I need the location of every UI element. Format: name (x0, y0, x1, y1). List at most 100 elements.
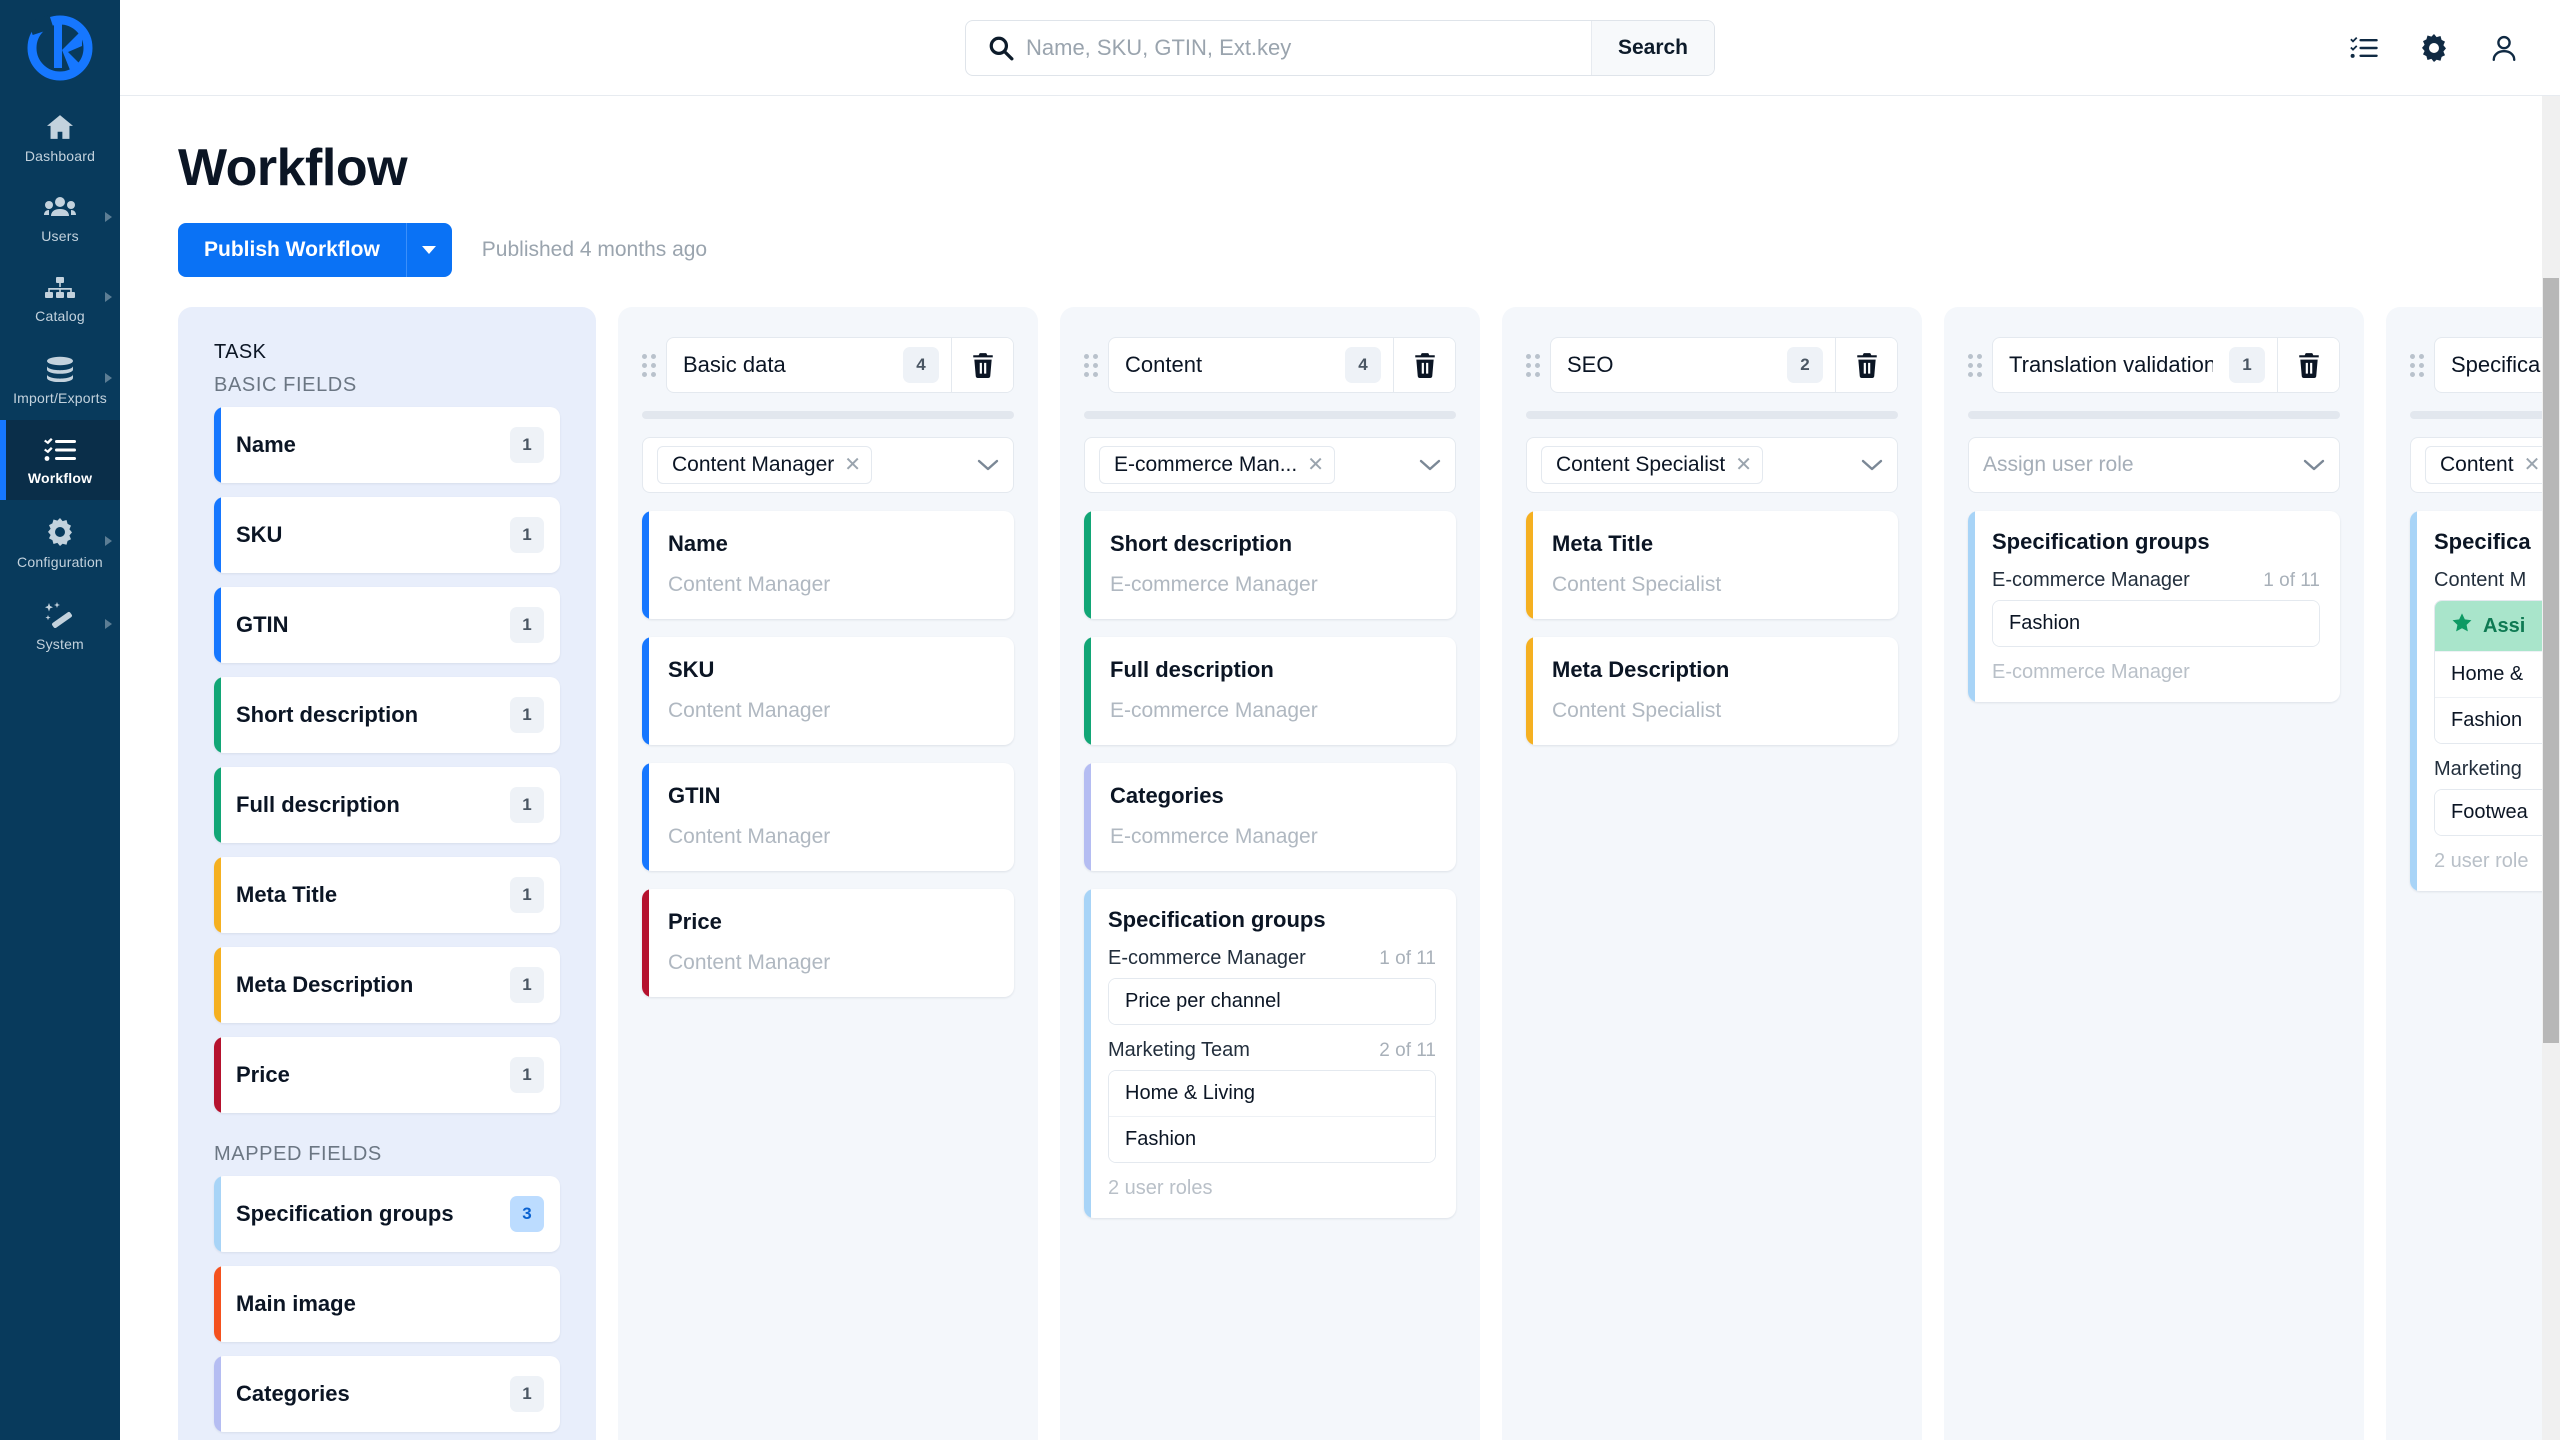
chevron-down-icon[interactable] (1861, 458, 1883, 472)
task-field-card[interactable]: Meta Description 1 (214, 947, 560, 1024)
user-role-chip-label: Content (2440, 453, 2514, 477)
task-field-card[interactable]: Main image (214, 1266, 560, 1343)
publish-workflow-button[interactable]: Publish Workflow (178, 223, 406, 278)
chevron-right-icon (105, 619, 112, 629)
spec-card-title: Specification groups (1992, 529, 2210, 555)
task-field-card[interactable]: Price 1 (214, 1037, 560, 1114)
drag-handle-icon[interactable] (1526, 353, 1540, 377)
gear-icon (45, 518, 75, 546)
task-field-card[interactable]: Full description 1 (214, 767, 560, 844)
task-card-role: Content Specialist (1552, 699, 1722, 723)
specification-groups-card[interactable]: Specification groups E-commerce Manager 1 … (1084, 889, 1456, 1219)
workflow-task-card[interactable]: Name Content Manager (642, 511, 1014, 620)
column-title-input[interactable] (1109, 338, 1345, 393)
sidebar-item-workflow[interactable]: Workflow (0, 420, 120, 500)
spec-role-count: 1 of 11 (1379, 948, 1436, 970)
publish-row: Publish Workflow Published 4 months ago (178, 223, 2560, 278)
spec-item[interactable]: Fashion (1993, 601, 2319, 647)
workflow-task-card[interactable]: Meta Description Content Specialist (1526, 637, 1898, 746)
remove-role-icon[interactable]: ✕ (1307, 455, 1324, 475)
user-role-chip[interactable]: Content ✕ (2425, 446, 2552, 485)
columns-container: 4 Content Manager ✕ Name Content Manager SKU C… (618, 307, 2560, 1440)
remove-role-icon[interactable]: ✕ (1735, 455, 1752, 475)
delete-column-button[interactable] (1393, 338, 1455, 393)
user-icon[interactable] (2490, 34, 2518, 62)
search-input[interactable] (1026, 20, 1591, 75)
publish-dropdown-button[interactable] (405, 223, 452, 278)
search-button[interactable]: Search (1590, 20, 1714, 75)
published-status: Published 4 months ago (481, 238, 708, 262)
task-field-label: Main image (236, 1291, 356, 1317)
task-field-label: Full description (236, 792, 400, 818)
assign-user-role-select[interactable]: Content Specialist ✕ (1526, 437, 1898, 494)
sidebar-item-configuration[interactable]: Configuration (0, 500, 120, 584)
spec-item[interactable]: Fashion (1109, 1117, 1435, 1163)
assign-user-role-select[interactable]: Assign user role (1968, 437, 2340, 494)
delete-column-button[interactable] (951, 338, 1013, 393)
user-role-chip[interactable]: E-commerce Man... ✕ (1099, 446, 1335, 485)
delete-column-button[interactable] (1835, 338, 1897, 393)
spec-role-row: Marketing Team 2 of 11 (1108, 1039, 1436, 1062)
user-role-chip-label: Content Specialist (1556, 453, 1726, 477)
workflow-task-card[interactable]: Full description E-commerce Manager (1084, 637, 1456, 746)
page-scrollbar[interactable] (2542, 96, 2560, 1440)
task-field-count: 1 (510, 787, 544, 824)
spec-item-label: Footwea (2451, 801, 2528, 824)
page-scrollbar-thumb[interactable] (2543, 278, 2559, 1043)
workflow-task-card[interactable]: GTIN Content Manager (642, 763, 1014, 872)
chevron-right-icon (105, 212, 112, 222)
task-field-card[interactable]: Specification groups 3 (214, 1176, 560, 1253)
spec-item[interactable]: Price per channel (1109, 979, 1435, 1025)
spec-item-label: Assi (2483, 614, 2526, 637)
spec-role-name: E-commerce Manager (1108, 947, 1306, 970)
assign-user-role-select[interactable]: Content ✕ (2410, 437, 2560, 494)
drag-handle-icon[interactable] (2410, 353, 2424, 377)
spec-role-name: Content M (2434, 569, 2527, 592)
column-title-input[interactable] (1993, 338, 2229, 393)
remove-role-icon[interactable]: ✕ (844, 455, 861, 475)
sidebar-item-system[interactable]: System (0, 584, 120, 666)
specification-groups-card[interactable]: Specifica Content M Assi Home & Fashion Marke… (2410, 511, 2560, 892)
spec-item[interactable]: Home & Living (1109, 1071, 1435, 1118)
task-field-card[interactable]: Categories 1 (214, 1356, 560, 1433)
drag-handle-icon[interactable] (1084, 353, 1098, 377)
specification-groups-card[interactable]: Specification groups E-commerce Manager 1 … (1968, 511, 2340, 703)
task-field-label: Name (236, 432, 296, 458)
task-field-card[interactable]: Meta Title 1 (214, 857, 560, 934)
remove-role-icon[interactable]: ✕ (2524, 455, 2541, 475)
column-title-input[interactable] (1551, 338, 1787, 393)
sidebar-item-catalog[interactable]: Catalog (0, 258, 120, 338)
task-field-card[interactable]: Short description 1 (214, 677, 560, 754)
task-field-card[interactable]: GTIN 1 (214, 587, 560, 664)
column-divider (1084, 411, 1456, 420)
chevron-down-icon[interactable] (2303, 458, 2325, 472)
workflow-task-card[interactable]: Categories E-commerce Manager (1084, 763, 1456, 872)
column-title-box: 4 (1108, 337, 1456, 394)
delete-column-button[interactable] (2277, 338, 2339, 393)
sidebar-item-import-exports[interactable]: Import/Exports (0, 338, 120, 420)
task-field-card[interactable]: Name 1 (214, 407, 560, 484)
global-search[interactable]: Search (965, 19, 1715, 76)
chevron-down-icon[interactable] (977, 458, 999, 472)
user-role-chip[interactable]: Content Specialist ✕ (1541, 446, 1764, 485)
workflow-task-card[interactable]: Short description E-commerce Manager (1084, 511, 1456, 620)
assign-user-role-select[interactable]: E-commerce Man... ✕ (1084, 437, 1456, 494)
user-role-chip[interactable]: Content Manager ✕ (657, 446, 873, 485)
sidebar-item-dashboard[interactable]: Dashboard (0, 96, 120, 178)
task-card-title: Meta Title (1552, 531, 1654, 557)
drag-handle-icon[interactable] (1968, 353, 1982, 377)
tasks-icon[interactable] (2350, 36, 2378, 59)
workflow-task-card[interactable]: Price Content Manager (642, 889, 1014, 998)
app-logo[interactable] (0, 0, 120, 96)
column-title-input[interactable] (667, 338, 903, 393)
workflow-task-card[interactable]: SKU Content Manager (642, 637, 1014, 746)
workflow-task-card[interactable]: Meta Title Content Specialist (1526, 511, 1898, 620)
chevron-down-icon[interactable] (1419, 458, 1441, 472)
sidebar-item-users[interactable]: Users (0, 178, 120, 258)
sidebar-label: Workflow (27, 470, 93, 486)
task-field-card[interactable]: SKU 1 (214, 497, 560, 574)
assign-user-role-select[interactable]: Content Manager ✕ (642, 437, 1014, 494)
gear-icon[interactable] (2420, 33, 2448, 62)
drag-handle-icon[interactable] (642, 353, 656, 377)
chevron-right-icon (105, 292, 112, 302)
